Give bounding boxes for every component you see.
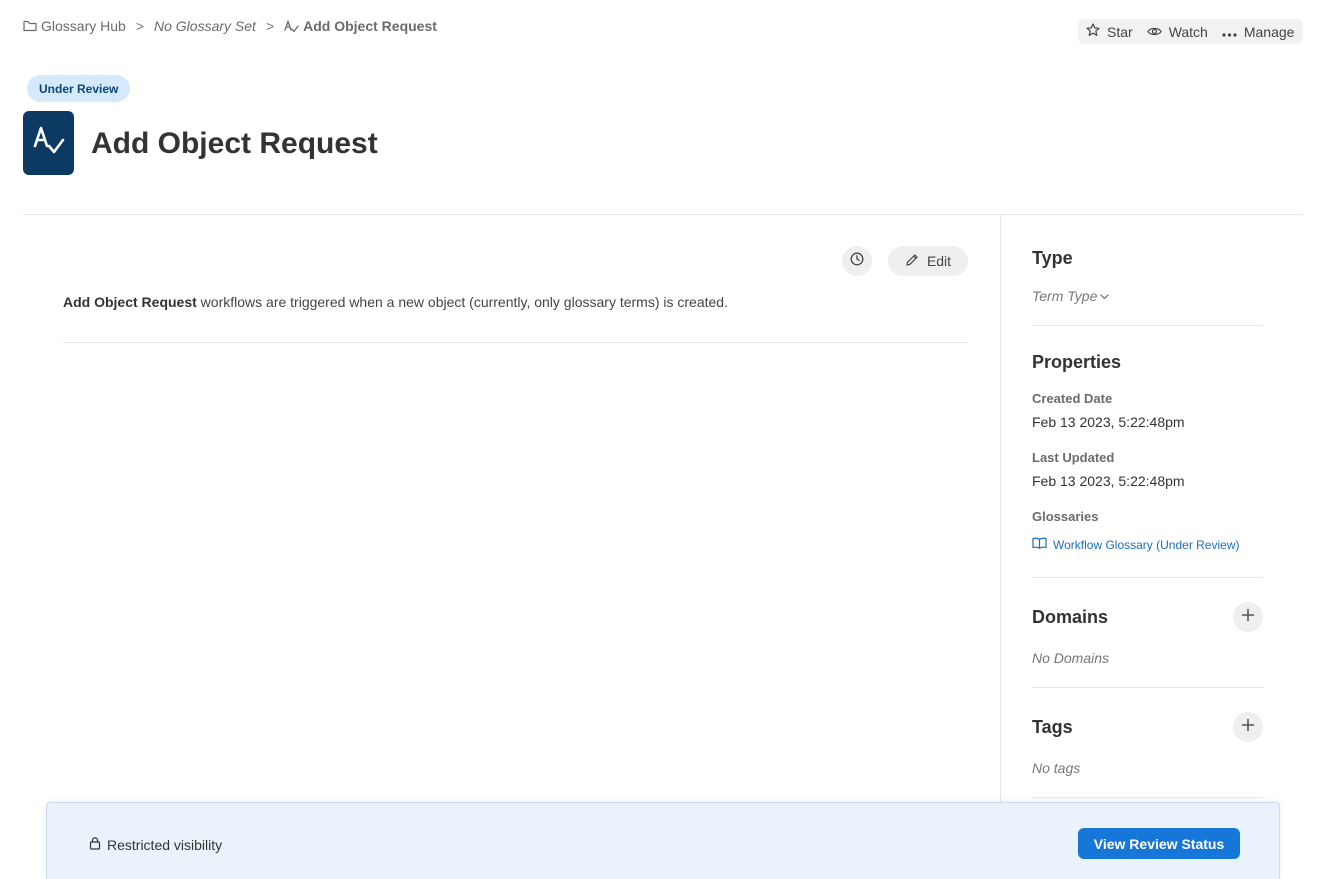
created-date-value: Feb 13 2023, 5:22:48pm	[1032, 414, 1185, 430]
tags-empty: No tags	[1032, 760, 1081, 776]
tags-heading: Tags	[1032, 717, 1073, 737]
clock-icon	[850, 252, 864, 271]
glossary-link[interactable]: Workflow Glossary (Under Review)	[1032, 537, 1240, 552]
term-icon	[284, 19, 299, 33]
status-badge: Under Review	[27, 75, 131, 102]
breadcrumb-separator: >	[265, 18, 275, 34]
view-review-status-button[interactable]: View Review Status	[1078, 828, 1240, 859]
page-title: Add Object Request	[91, 127, 378, 160]
star-label: Star	[1107, 23, 1133, 40]
term-type-label: Term Type	[1032, 288, 1098, 304]
term-type-dropdown[interactable]: Term Type	[1032, 287, 1110, 305]
breadcrumb-hub-label: Glossary Hub	[41, 18, 126, 34]
folder-icon	[23, 20, 37, 32]
type-heading: Type	[1032, 248, 1073, 268]
properties-heading: Properties	[1032, 352, 1122, 372]
sidebar-divider-tags	[1032, 797, 1263, 798]
star-button[interactable]: Star	[1086, 23, 1133, 40]
breadcrumb-glossary-hub[interactable]: Glossary Hub	[23, 18, 126, 34]
lock-icon	[89, 836, 101, 853]
term-logo	[23, 111, 74, 175]
domains-heading: Domains	[1032, 607, 1109, 627]
watch-label: Watch	[1168, 23, 1208, 40]
edit-label: Edit	[926, 253, 952, 269]
breadcrumb-current-label: Add Object Request	[303, 18, 437, 34]
last-updated-value: Feb 13 2023, 5:22:48pm	[1032, 473, 1185, 489]
header-divider	[23, 214, 1303, 215]
breadcrumb-separator: >	[135, 18, 144, 34]
restricted-label: Restricted visibility	[107, 836, 223, 853]
glossaries-label: Glossaries	[1032, 509, 1099, 524]
plus-icon	[1241, 608, 1255, 627]
history-button[interactable]	[842, 246, 872, 276]
add-domain-button[interactable]	[1233, 602, 1263, 632]
watch-button[interactable]: Watch	[1147, 24, 1208, 40]
glossary-link-label: Workflow Glossary (Under Review)	[1053, 537, 1240, 552]
plus-icon	[1241, 718, 1255, 737]
term-icon	[32, 124, 66, 163]
manage-label: Manage	[1243, 23, 1295, 40]
pencil-icon	[905, 253, 919, 270]
chevron-down-icon	[1100, 287, 1110, 305]
entity-actions: Star Watch Manage	[1078, 19, 1303, 44]
last-updated-label: Last Updated	[1032, 450, 1115, 465]
breadcrumb: Glossary Hub > No Glossary Set > Add Obj…	[23, 17, 437, 35]
book-icon	[1032, 537, 1047, 552]
term-description: Add Object Request workflows are trigger…	[63, 293, 728, 311]
description-text: workflows are triggered when a new objec…	[196, 294, 728, 310]
star-icon	[1086, 23, 1100, 40]
domains-empty: No Domains	[1032, 650, 1110, 666]
edit-button[interactable]: Edit	[888, 246, 968, 276]
sidebar-divider	[1000, 215, 1001, 879]
sidebar-divider-type	[1032, 325, 1263, 326]
sidebar-divider-domains	[1032, 687, 1263, 688]
breadcrumb-current: Add Object Request	[284, 18, 437, 34]
manage-button[interactable]: Manage	[1222, 23, 1295, 40]
add-tag-button[interactable]	[1233, 712, 1263, 742]
review-banner: Restricted visibility View Review Status	[46, 802, 1280, 879]
more-dots-icon	[1222, 24, 1237, 40]
description-divider	[63, 342, 968, 343]
restricted-visibility: Restricted visibility	[89, 836, 222, 853]
breadcrumb-glossary-set[interactable]: No Glossary Set	[154, 18, 256, 34]
eye-icon	[1147, 24, 1162, 40]
created-date-label: Created Date	[1032, 391, 1113, 406]
sidebar-divider-properties	[1032, 577, 1263, 578]
description-term-name: Add Object Request	[63, 294, 197, 310]
